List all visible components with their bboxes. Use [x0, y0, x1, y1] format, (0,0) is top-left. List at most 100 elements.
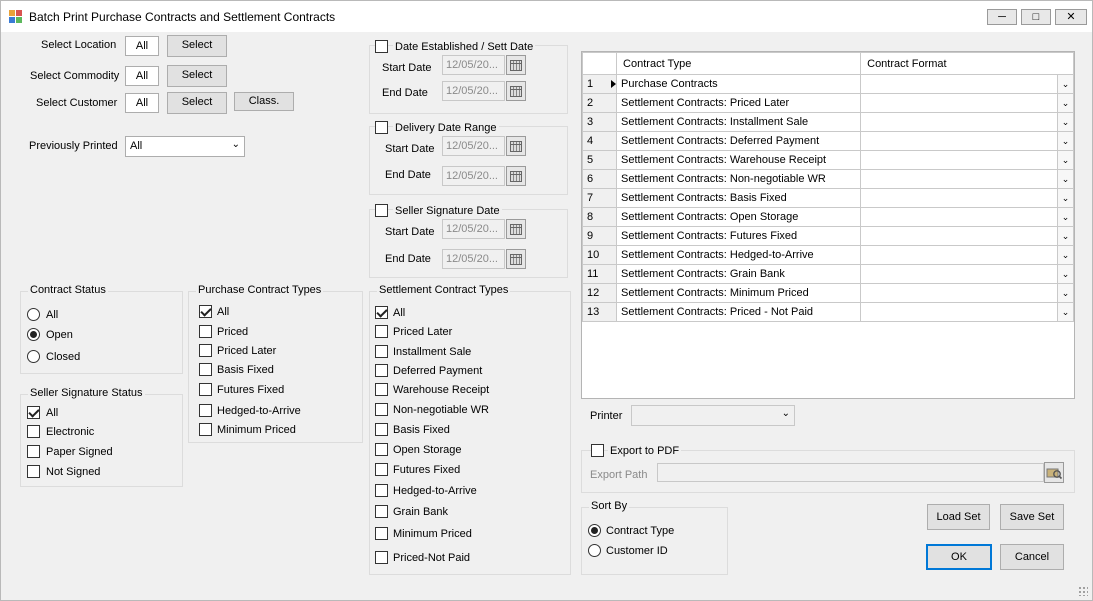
chevron-down-icon[interactable]: ⌄ — [1057, 170, 1073, 188]
contract-type-cell[interactable]: Settlement Contracts: Open Storage — [616, 207, 862, 227]
customer-value[interactable]: All — [125, 93, 159, 113]
sort-contract-type-radio[interactable] — [588, 524, 601, 537]
contract-format-cell[interactable]: ⌄ — [860, 302, 1074, 322]
contract-format-cell[interactable]: ⌄ — [860, 112, 1074, 132]
contract-type-cell[interactable]: Settlement Contracts: Priced - Not Paid — [616, 302, 862, 322]
close-button[interactable]: ✕ — [1055, 9, 1087, 25]
chevron-down-icon[interactable]: ⌄ — [1057, 303, 1073, 321]
purchase-futures-fixed-checkbox[interactable] — [199, 383, 212, 396]
settlement-basis-fixed-checkbox[interactable] — [375, 423, 388, 436]
delivery-start-input[interactable]: 12/05/20... — [442, 136, 505, 156]
contract-format-cell[interactable]: ⌄ — [860, 131, 1074, 151]
chevron-down-icon[interactable]: ⌄ — [1057, 113, 1073, 131]
date-established-end-input[interactable]: 12/05/20... — [442, 81, 505, 101]
contract-format-cell[interactable]: ⌄ — [860, 150, 1074, 170]
signature-not-signed-checkbox[interactable] — [27, 465, 40, 478]
row-number[interactable]: 9 — [581, 226, 618, 246]
purchase-basis-fixed-checkbox[interactable] — [199, 363, 212, 376]
row-number[interactable]: 8 — [581, 207, 618, 227]
settlement-all-checkbox[interactable] — [375, 306, 388, 319]
table-row[interactable]: 8 Settlement Contracts: Open Storage ⌄ — [581, 207, 1074, 227]
table-row[interactable]: 7 Settlement Contracts: Basis Fixed ⌄ — [581, 188, 1074, 208]
signature-paper-checkbox[interactable] — [27, 445, 40, 458]
contract-format-cell[interactable]: ⌄ — [860, 226, 1074, 246]
contract-type-cell[interactable]: Settlement Contracts: Minimum Priced — [616, 283, 862, 303]
contract-type-cell[interactable]: Settlement Contracts: Basis Fixed — [616, 188, 862, 208]
contract-type-cell[interactable]: Settlement Contracts: Deferred Payment — [616, 131, 862, 151]
signature-end-input[interactable]: 12/05/20... — [442, 249, 505, 269]
date-established-start-input[interactable]: 12/05/20... — [442, 55, 505, 75]
signature-electronic-checkbox[interactable] — [27, 425, 40, 438]
browse-path-button[interactable] — [1044, 462, 1064, 483]
chevron-down-icon[interactable]: ⌄ — [1057, 189, 1073, 207]
settlement-non-negotiable-wr-checkbox[interactable] — [375, 403, 388, 416]
contract-format-cell[interactable]: ⌄ — [860, 74, 1074, 94]
settlement-priced-not-paid-checkbox[interactable] — [375, 551, 388, 564]
row-number[interactable]: 7 — [581, 188, 618, 208]
settlement-minimum-priced-checkbox[interactable] — [375, 527, 388, 540]
status-open-radio[interactable] — [27, 328, 40, 341]
date-established-end-calendar-button[interactable] — [506, 81, 526, 101]
commodity-value[interactable]: All — [125, 66, 159, 86]
settlement-hta-checkbox[interactable] — [375, 484, 388, 497]
settlement-warehouse-receipt-checkbox[interactable] — [375, 383, 388, 396]
row-number[interactable]: 3 — [581, 112, 618, 132]
delivery-end-calendar-button[interactable] — [506, 166, 526, 186]
contract-format-header[interactable]: Contract Format — [860, 52, 1074, 75]
signature-all-checkbox[interactable] — [27, 406, 40, 419]
chevron-down-icon[interactable]: ⌄ — [1057, 227, 1073, 245]
contract-format-cell[interactable]: ⌄ — [860, 169, 1074, 189]
table-row[interactable]: 1 Purchase Contracts ⌄ — [581, 74, 1074, 94]
contract-format-cell[interactable]: ⌄ — [860, 93, 1074, 113]
table-row[interactable]: 4 Settlement Contracts: Deferred Payment ⌄ — [581, 131, 1074, 151]
chevron-down-icon[interactable]: ⌄ — [1057, 151, 1073, 169]
settlement-priced-later-checkbox[interactable] — [375, 325, 388, 338]
table-row[interactable]: 11 Settlement Contracts: Grain Bank ⌄ — [581, 264, 1074, 284]
contract-type-cell[interactable]: Purchase Contracts — [616, 74, 862, 94]
signature-end-calendar-button[interactable] — [506, 249, 526, 269]
purchase-hta-checkbox[interactable] — [199, 404, 212, 417]
printer-select[interactable]: ⌄ — [631, 405, 795, 426]
ok-button[interactable]: OK — [926, 544, 992, 570]
table-row[interactable]: 10 Settlement Contracts: Hedged-to-Arrive… — [581, 245, 1074, 265]
seller-signature-date-checkbox[interactable] — [375, 204, 388, 217]
resize-grip[interactable] — [1078, 586, 1088, 596]
delivery-start-calendar-button[interactable] — [506, 136, 526, 156]
contract-type-header[interactable]: Contract Type — [616, 52, 862, 75]
row-number[interactable]: 4 — [581, 131, 618, 151]
chevron-down-icon[interactable]: ⌄ — [1057, 208, 1073, 226]
chevron-down-icon[interactable]: ⌄ — [1057, 132, 1073, 150]
date-established-checkbox[interactable] — [375, 40, 388, 53]
purchase-all-checkbox[interactable] — [199, 305, 212, 318]
row-number[interactable]: 12 — [581, 283, 618, 303]
row-number[interactable]: 1 — [581, 74, 618, 94]
table-row[interactable]: 3 Settlement Contracts: Installment Sale ⌄ — [581, 112, 1074, 132]
contract-type-cell[interactable]: Settlement Contracts: Futures Fixed — [616, 226, 862, 246]
delivery-date-checkbox[interactable] — [375, 121, 388, 134]
settlement-futures-fixed-checkbox[interactable] — [375, 463, 388, 476]
signature-start-input[interactable]: 12/05/20... — [442, 219, 505, 239]
table-row[interactable]: 6 Settlement Contracts: Non-negotiable WR… — [581, 169, 1074, 189]
settlement-installment-sale-checkbox[interactable] — [375, 345, 388, 358]
contract-format-cell[interactable]: ⌄ — [860, 188, 1074, 208]
contract-type-cell[interactable]: Settlement Contracts: Non-negotiable WR — [616, 169, 862, 189]
table-row[interactable]: 9 Settlement Contracts: Futures Fixed ⌄ — [581, 226, 1074, 246]
contract-format-grid[interactable]: Contract Type Contract Format 1 Purchase … — [581, 51, 1075, 399]
chevron-down-icon[interactable]: ⌄ — [1057, 265, 1073, 283]
date-established-start-calendar-button[interactable] — [506, 55, 526, 75]
contract-type-cell[interactable]: Settlement Contracts: Installment Sale — [616, 112, 862, 132]
select-location-button[interactable]: Select — [167, 35, 227, 57]
select-commodity-button[interactable]: Select — [167, 65, 227, 87]
row-number[interactable]: 2 — [581, 93, 618, 113]
contract-type-cell[interactable]: Settlement Contracts: Priced Later — [616, 93, 862, 113]
delivery-end-input[interactable]: 12/05/20... — [442, 166, 505, 186]
table-row[interactable]: 13 Settlement Contracts: Priced - Not Pai… — [581, 302, 1074, 322]
row-number[interactable]: 11 — [581, 264, 618, 284]
contract-type-cell[interactable]: Settlement Contracts: Hedged-to-Arrive — [616, 245, 862, 265]
cancel-button[interactable]: Cancel — [1000, 544, 1064, 570]
chevron-down-icon[interactable]: ⌄ — [1057, 246, 1073, 264]
load-set-button[interactable]: Load Set — [927, 504, 990, 530]
maximize-button[interactable]: □ — [1021, 9, 1051, 25]
customer-class-button[interactable]: Class. — [234, 92, 294, 111]
export-pdf-checkbox[interactable] — [591, 444, 604, 457]
